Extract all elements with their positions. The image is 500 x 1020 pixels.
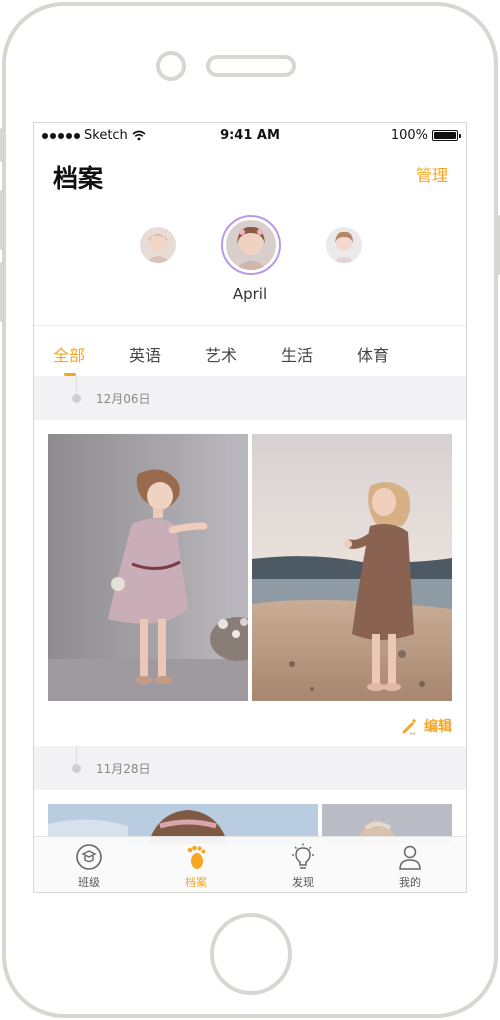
footprint-icon bbox=[187, 845, 206, 869]
power-button bbox=[495, 215, 500, 275]
earpiece-speaker bbox=[206, 55, 296, 77]
avatar-right[interactable] bbox=[326, 227, 362, 263]
date-strip-2: 11月28日 bbox=[34, 746, 466, 790]
nav-archive[interactable]: 档案 bbox=[156, 843, 236, 890]
battery-level bbox=[434, 132, 456, 139]
tab-all[interactable]: 全部 bbox=[53, 342, 85, 366]
class-icon bbox=[76, 844, 102, 870]
nav-label: 我的 bbox=[399, 876, 421, 889]
selected-child-name: April bbox=[232, 285, 268, 303]
nav-discover[interactable]: 发现 bbox=[263, 843, 343, 890]
manage-button[interactable]: 管理 bbox=[416, 162, 448, 186]
avatar-selected-ring[interactable] bbox=[221, 215, 281, 275]
nav-label: 班级 bbox=[78, 876, 100, 889]
timeline-dot bbox=[72, 394, 81, 403]
mute-switch bbox=[0, 128, 5, 162]
date-label: 12月06日 bbox=[96, 392, 151, 406]
tab-life[interactable]: 生活 bbox=[281, 342, 313, 366]
pencil-icon bbox=[402, 718, 417, 735]
person-icon bbox=[399, 845, 421, 870]
battery-percent: 100% bbox=[390, 128, 428, 143]
edit-label: 编辑 bbox=[424, 719, 452, 735]
status-bar: Sketch 9:41 AM 100% bbox=[34, 123, 466, 147]
category-tabs: 全部 英语 艺术 生活 体育 bbox=[34, 326, 466, 376]
volume-up-button bbox=[0, 190, 5, 250]
volume-down-button bbox=[0, 262, 5, 322]
timeline-dot bbox=[72, 764, 81, 773]
front-camera bbox=[156, 51, 186, 81]
photo-girl-on-beach[interactable] bbox=[252, 434, 452, 701]
battery-icon bbox=[432, 130, 461, 141]
page-title: 档案 bbox=[53, 164, 104, 193]
tab-sports[interactable]: 体育 bbox=[357, 342, 389, 366]
timeline-line bbox=[76, 746, 77, 764]
nav-label: 档案 bbox=[185, 876, 207, 889]
bottom-tab-bar: 班级 档案 发现 我的 bbox=[34, 836, 466, 892]
lightbulb-icon bbox=[292, 843, 314, 869]
avatar-selected[interactable] bbox=[226, 220, 276, 270]
timeline-line bbox=[76, 376, 77, 394]
app-screen: Sketch 9:41 AM 100% 档案 管理 April 全部 英语 艺术… bbox=[33, 122, 467, 893]
edit-button[interactable]: 编辑 bbox=[400, 716, 452, 736]
tab-art[interactable]: 艺术 bbox=[205, 342, 237, 366]
date-strip-1: 12月06日 bbox=[34, 376, 466, 420]
nav-label: 发现 bbox=[292, 876, 314, 889]
date-label: 11月28日 bbox=[96, 762, 151, 776]
nav-class[interactable]: 班级 bbox=[49, 843, 129, 890]
home-button[interactable] bbox=[210, 913, 292, 995]
avatar-left[interactable] bbox=[140, 227, 176, 263]
nav-me[interactable]: 我的 bbox=[370, 843, 450, 890]
tab-english[interactable]: 英语 bbox=[129, 342, 161, 366]
photo-girl-blowing-kiss[interactable] bbox=[48, 434, 248, 701]
